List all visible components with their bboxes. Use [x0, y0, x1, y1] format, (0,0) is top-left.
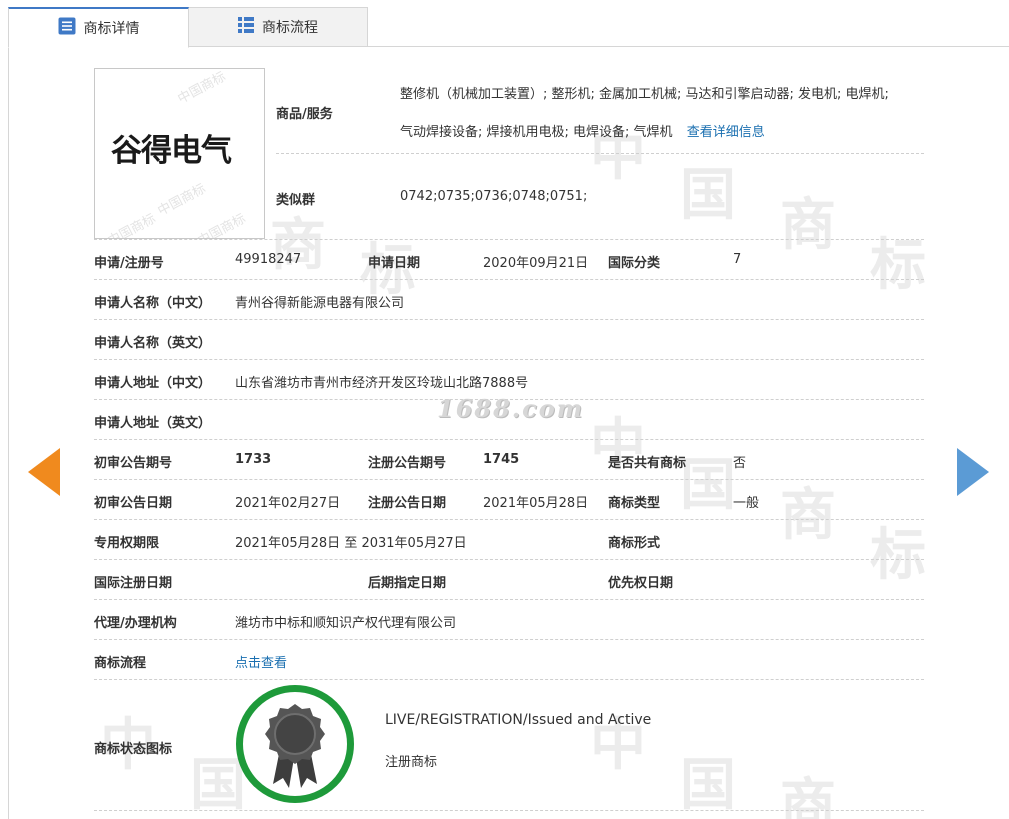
registered-badge-icon [236, 685, 354, 803]
reg-issue-value: 1745 [483, 452, 520, 467]
row-divider [94, 679, 924, 680]
goods-line2: 气动焊接设备; 焊接机用电极; 电焊设备; 气焊机 [400, 125, 673, 140]
later-date-label: 后期指定日期 [368, 576, 447, 591]
row-divider [94, 599, 924, 600]
address-cn-label: 申请人地址（中文） [94, 376, 212, 391]
reg-date-label: 注册公告日期 [368, 496, 447, 511]
row-divider [94, 439, 924, 440]
watermark-char: 标 [870, 232, 926, 298]
similar-group-label: 类似群 [276, 193, 316, 208]
status-en: LIVE/REGISTRATION/Issued and Active [385, 712, 652, 728]
tab-label: 商标流程 [262, 20, 318, 36]
address-en-label: 申请人地址（英文） [94, 416, 212, 431]
applicant-cn-label: 申请人名称（中文） [94, 296, 212, 311]
agent-label: 代理/办理机构 [94, 616, 177, 631]
exclusive-period-value: 2021年05月28日 至 2031年05月27日 [235, 532, 467, 551]
tab-bar: 商标详情 商标流程 [8, 7, 1009, 48]
tm-type-label: 商标类型 [608, 496, 661, 511]
row-divider [94, 279, 924, 280]
tab-label: 商标详情 [83, 21, 140, 37]
exclusive-start: 2021年05月28日 [235, 536, 341, 551]
prelim-issue-label: 初审公告期号 [94, 456, 173, 471]
row-divider [94, 810, 924, 811]
logo-watermark: 中国商标 [195, 211, 249, 239]
next-arrow-icon[interactable] [957, 448, 989, 496]
watermark-char: 国 [680, 162, 736, 228]
logo-watermark: 中国商标 [175, 69, 229, 108]
similar-group-value: 0742;0735;0736;0748;0751; [400, 189, 588, 204]
shared-label: 是否共有商标 [608, 456, 687, 471]
tm-type-value: 一般 [733, 496, 760, 511]
status-icon-label: 商标状态图标 [94, 742, 173, 757]
goods-line2-wrap: 气动焊接设备; 焊接机用电极; 电焊设备; 气焊机 查看详细信息 [400, 121, 765, 140]
intl-class-value: 7 [733, 252, 742, 267]
address-cn-value: 山东省潍坊市青州市经济开发区玲珑山北路7888号 [235, 376, 529, 391]
goods-line1: 整修机（机械加工装置）; 整形机; 金属加工机械; 马达和引擎启动器; 发电机;… [400, 87, 889, 102]
prelim-issue-value: 1733 [235, 452, 272, 467]
intl-reg-date-label: 国际注册日期 [94, 576, 173, 591]
exclusive-end: 2031年05月27日 [361, 536, 467, 551]
watermark-char: 国 [680, 752, 736, 818]
row-divider [94, 399, 924, 400]
process-label: 商标流程 [94, 656, 147, 671]
row-divider [94, 359, 924, 360]
row-divider [94, 639, 924, 640]
reg-issue-label: 注册公告期号 [368, 456, 447, 471]
logo-watermark: 中国商标 [105, 211, 159, 239]
apply-date-label: 申请日期 [368, 256, 421, 271]
row-divider [276, 153, 924, 154]
agent-value: 潍坊市中标和顺知识产权代理有限公司 [235, 616, 457, 631]
row-divider [94, 519, 924, 520]
reg-date-value: 2021年05月28日 [483, 496, 589, 511]
exclusive-period-label: 专用权期限 [94, 536, 160, 551]
prev-arrow-icon[interactable] [28, 448, 60, 496]
row-divider [94, 239, 924, 240]
watermark-char: 国 [680, 452, 736, 518]
apply-date-value: 2020年09月21日 [483, 256, 589, 271]
exclusive-sep: 至 [344, 536, 358, 551]
goods-label: 商品/服务 [276, 107, 333, 122]
tm-form-label: 商标形式 [608, 536, 661, 551]
priority-date-label: 优先权日期 [608, 576, 674, 591]
row-divider [94, 319, 924, 320]
status-cn: 注册商标 [385, 755, 438, 770]
row-divider [94, 559, 924, 560]
reg-no-value: 49918247 [235, 252, 302, 267]
trademark-logo-text: 谷得电气 [111, 133, 232, 169]
view-details-link[interactable]: 查看详细信息 [687, 125, 765, 140]
applicant-cn-value: 青州谷得新能源电器有限公司 [235, 296, 405, 311]
intl-class-label: 国际分类 [608, 256, 661, 271]
tab-trademark-process[interactable]: 商标流程 [188, 7, 368, 47]
prelim-date-value: 2021年02月27日 [235, 496, 341, 511]
list-icon [58, 17, 76, 39]
logo-watermark: 中国商标 [155, 181, 209, 220]
watermark-char: 商 [780, 482, 836, 548]
applicant-en-label: 申请人名称（英文） [94, 336, 212, 351]
watermark-char: 商 [780, 192, 836, 258]
trademark-image: 中国商标 中国商标 中国商标 中国商标 谷得电气 [94, 68, 265, 239]
row-divider [94, 479, 924, 480]
view-process-link[interactable]: 点击查看 [235, 652, 287, 671]
grid-icon [238, 17, 254, 37]
prelim-date-label: 初审公告日期 [94, 496, 173, 511]
shared-value: 否 [733, 456, 747, 471]
tab-trademark-details[interactable]: 商标详情 [8, 7, 189, 48]
watermark-char: 商 [270, 212, 326, 278]
reg-no-label: 申请/注册号 [94, 256, 164, 271]
watermark-char: 标 [870, 522, 926, 588]
